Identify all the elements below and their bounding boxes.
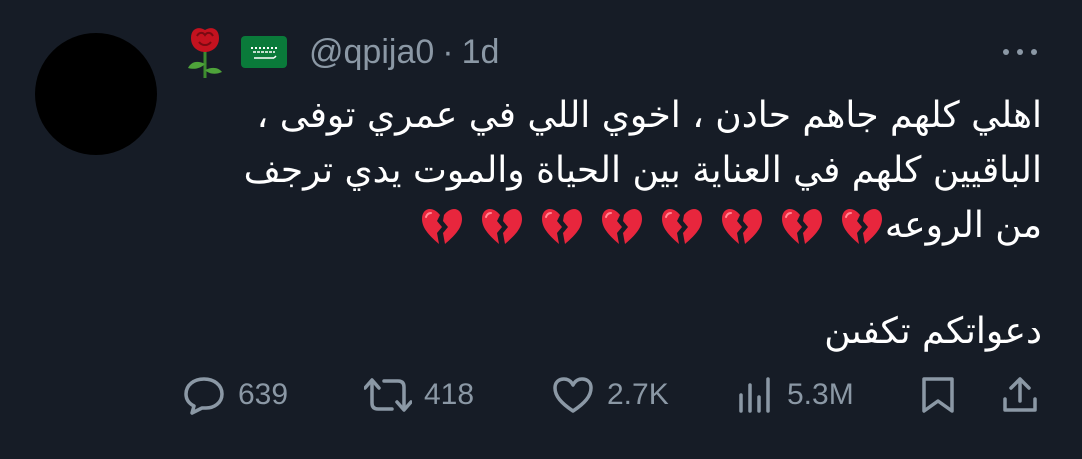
broken-heart-icon bbox=[541, 209, 582, 244]
broken-heart-icon bbox=[721, 209, 762, 244]
broken-heart-icon bbox=[421, 209, 462, 244]
broken-heart-icon bbox=[841, 209, 882, 244]
heart-icon bbox=[553, 377, 593, 413]
user-handle[interactable]: @qpija0 bbox=[309, 33, 434, 72]
bookmark-button[interactable] bbox=[918, 370, 958, 420]
reply-icon bbox=[184, 377, 224, 415]
tweet-line-3-text: من الروعه bbox=[884, 205, 1042, 246]
broken-heart-icon bbox=[661, 209, 702, 244]
views-count: 5.3M bbox=[787, 378, 854, 411]
separator-dot: · bbox=[442, 32, 454, 71]
views-icon bbox=[739, 377, 770, 413]
more-icon bbox=[1003, 49, 1037, 55]
broken-heart-icon bbox=[781, 209, 822, 244]
broken-heart-icon bbox=[481, 209, 522, 244]
share-button[interactable] bbox=[1000, 370, 1040, 420]
tweet-header: @qpija0 · 1d bbox=[183, 22, 499, 82]
like-button[interactable]: 2.7K bbox=[551, 370, 669, 420]
tweet-line-3: من الروعه bbox=[182, 198, 1042, 253]
views-button[interactable]: 5.3M bbox=[735, 370, 854, 420]
share-icon bbox=[1003, 377, 1037, 412]
tweet-text: اهلي كلهم جاهم حادن ، اخوي اللي في عمري … bbox=[182, 88, 1042, 253]
retweet-count: 418 bbox=[424, 378, 475, 411]
tweet-closing-line: دعواتكم تكفىن bbox=[824, 311, 1042, 352]
retweet-icon bbox=[364, 378, 412, 412]
like-count: 2.7K bbox=[607, 378, 669, 411]
rose-icon bbox=[188, 28, 222, 78]
timestamp[interactable]: 1d bbox=[462, 33, 500, 72]
tweet-line-2: الباقيين كلهم في العناية بين الحياة والم… bbox=[243, 150, 1042, 191]
more-options-button[interactable] bbox=[995, 40, 1045, 64]
broken-heart-icon bbox=[601, 209, 642, 244]
bookmark-icon bbox=[922, 377, 954, 413]
reply-count: 639 bbox=[238, 378, 289, 411]
reply-button[interactable]: 639 bbox=[182, 370, 288, 420]
retweet-button[interactable]: 418 bbox=[364, 370, 474, 420]
tweet-line-1: اهلي كلهم جاهم حادن ، اخوي اللي في عمري … bbox=[256, 95, 1042, 136]
saudi-flag-icon bbox=[241, 36, 287, 68]
broken-hearts bbox=[421, 207, 883, 247]
avatar[interactable] bbox=[35, 33, 157, 155]
